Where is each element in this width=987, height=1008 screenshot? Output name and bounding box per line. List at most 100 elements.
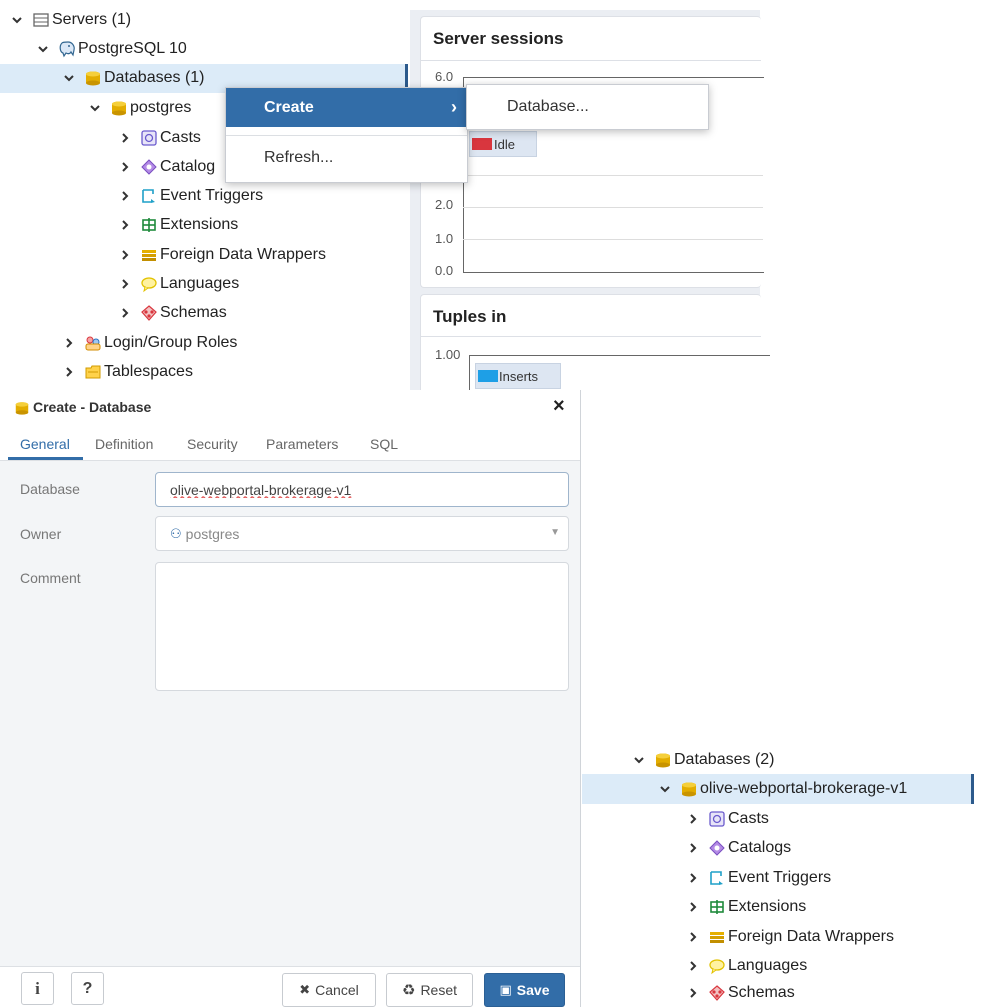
tree-item-catalogs[interactable]: Catalogs xyxy=(686,834,791,862)
database-icon xyxy=(654,751,672,769)
menu-item-create[interactable]: Create › xyxy=(226,88,467,127)
tree-item-languages[interactable]: Languages xyxy=(686,952,807,980)
catalogs-icon xyxy=(140,158,158,176)
menu-item-refresh[interactable]: Refresh... xyxy=(226,140,467,176)
help-button[interactable]: ? xyxy=(71,972,104,1005)
y-tick-label: 1.00 xyxy=(435,347,461,362)
tree-item-tablespaces[interactable]: Tablespaces xyxy=(62,358,193,386)
chevron-down-icon[interactable] xyxy=(62,71,76,85)
chevron-right-icon[interactable] xyxy=(118,218,132,232)
tab-definition[interactable]: Definition xyxy=(95,436,153,452)
selection-marker xyxy=(971,774,974,804)
tab-parameters[interactable]: Parameters xyxy=(266,436,338,452)
tree-item-casts[interactable]: Casts xyxy=(118,124,201,152)
save-icon: ▣ xyxy=(499,982,512,997)
chevron-right-icon[interactable] xyxy=(118,160,132,174)
tree-item-databases[interactable]: Databases (2) xyxy=(632,746,775,774)
tree-item-postgresql[interactable]: PostgreSQL 10 xyxy=(36,35,187,63)
chevron-right-icon[interactable] xyxy=(686,900,700,914)
menu-item-database[interactable]: Database... xyxy=(467,85,708,129)
tree-item-catalog[interactable]: Catalog xyxy=(118,153,215,181)
chevron-right-icon[interactable] xyxy=(62,336,76,350)
tree-item-schemas[interactable]: Schemas xyxy=(118,299,227,327)
reset-label: Reset xyxy=(420,982,458,998)
database-icon xyxy=(84,69,102,87)
tree-item-login-group-roles[interactable]: Login/Group Roles xyxy=(62,329,237,357)
owner-value: postgres xyxy=(185,525,240,542)
chevron-down-icon[interactable] xyxy=(632,753,646,767)
tab-security[interactable]: Security xyxy=(187,436,238,452)
menu-label: Refresh... xyxy=(264,149,334,166)
tree-item-postgres[interactable]: postgres xyxy=(88,94,191,122)
close-icon[interactable]: × xyxy=(553,395,565,418)
chevron-right-icon: › xyxy=(451,97,457,117)
chevron-down-icon: ▼ xyxy=(550,527,560,538)
tree-label: Schemas xyxy=(160,304,227,321)
tree-item-languages[interactable]: Languages xyxy=(118,270,239,298)
chevron-right-icon[interactable] xyxy=(686,871,700,885)
chevron-right-icon[interactable] xyxy=(686,841,700,855)
tree-label: postgres xyxy=(130,99,192,116)
tree-item-new-database[interactable]: olive-webportal-brokerage-v1 xyxy=(658,775,907,803)
tree-label: Extensions xyxy=(160,216,239,233)
tree-label: Event Triggers xyxy=(728,869,832,886)
y-tick-label: 1.0 xyxy=(435,231,454,246)
chevron-down-icon[interactable] xyxy=(658,782,672,796)
foreign-data-wrappers-icon xyxy=(708,928,726,946)
legend-swatch xyxy=(472,138,492,150)
database-name-input[interactable] xyxy=(155,472,569,507)
tree-label: Extensions xyxy=(728,898,807,915)
legend-inserts: Inserts xyxy=(475,363,561,389)
database-icon xyxy=(110,99,128,117)
chevron-right-icon[interactable] xyxy=(686,930,700,944)
chevron-right-icon[interactable] xyxy=(686,812,700,826)
chevron-right-icon[interactable] xyxy=(686,959,700,973)
tree-item-extensions[interactable]: Extensions xyxy=(118,211,238,239)
casts-icon xyxy=(140,129,158,147)
y-tick-label: 6.0 xyxy=(435,69,454,84)
tree-item-casts[interactable]: Casts xyxy=(686,805,769,833)
chevron-right-icon[interactable] xyxy=(118,306,132,320)
tree-item-foreign-data-wrappers[interactable]: Foreign Data Wrappers xyxy=(686,923,894,951)
schemas-icon xyxy=(140,304,158,322)
tab-general[interactable]: General xyxy=(20,436,70,452)
chevron-right-icon[interactable] xyxy=(686,986,700,1000)
menu-label: Database... xyxy=(507,98,589,115)
info-button[interactable]: i xyxy=(21,972,54,1005)
languages-icon xyxy=(140,275,158,293)
reset-button[interactable]: ♻ Reset xyxy=(386,973,473,1007)
chevron-right-icon[interactable] xyxy=(118,189,132,203)
chevron-right-icon[interactable] xyxy=(118,248,132,262)
database-label: Database xyxy=(20,481,80,497)
extensions-icon xyxy=(140,216,158,234)
menu-label: Create xyxy=(264,98,314,116)
chevron-down-icon[interactable] xyxy=(88,101,102,115)
tree-label: Tablespaces xyxy=(104,363,193,380)
gridline xyxy=(463,239,763,240)
tree-label: olive-webportal-brokerage-v1 xyxy=(700,780,908,797)
tree-label: Databases (2) xyxy=(674,751,775,768)
tree-item-databases[interactable]: Databases (1) xyxy=(62,64,205,92)
save-button[interactable]: ▣ Save xyxy=(484,973,565,1007)
chevron-right-icon[interactable] xyxy=(62,365,76,379)
postgresql-elephant-icon xyxy=(58,40,76,58)
tree-item-event-triggers[interactable]: Event Triggers xyxy=(686,864,831,892)
tree-item-event-triggers[interactable]: Event Triggers xyxy=(118,182,263,210)
tree-item-extensions[interactable]: Extensions xyxy=(686,893,806,921)
tab-sql[interactable]: SQL xyxy=(370,436,398,452)
chevron-down-icon[interactable] xyxy=(10,13,24,27)
tree-item-servers[interactable]: Servers (1) xyxy=(10,6,131,34)
panel-title: Server sessions xyxy=(433,29,564,48)
owner-select[interactable]: ⚇ postgres ▼ xyxy=(155,516,569,551)
tree-item-schemas[interactable]: Schemas xyxy=(686,979,795,1007)
chevron-right-icon[interactable] xyxy=(118,131,132,145)
tree-label: Databases (1) xyxy=(104,69,205,86)
tree-label: Languages xyxy=(160,275,240,292)
chevron-right-icon[interactable] xyxy=(118,277,132,291)
foreign-data-wrappers-icon xyxy=(140,246,158,264)
tree-item-foreign-data-wrappers[interactable]: Foreign Data Wrappers xyxy=(118,241,326,269)
comment-textarea[interactable] xyxy=(155,562,569,691)
chevron-down-icon[interactable] xyxy=(36,42,50,56)
cancel-button[interactable]: ✖ Cancel xyxy=(282,973,376,1007)
tree-label: Foreign Data Wrappers xyxy=(160,246,326,263)
